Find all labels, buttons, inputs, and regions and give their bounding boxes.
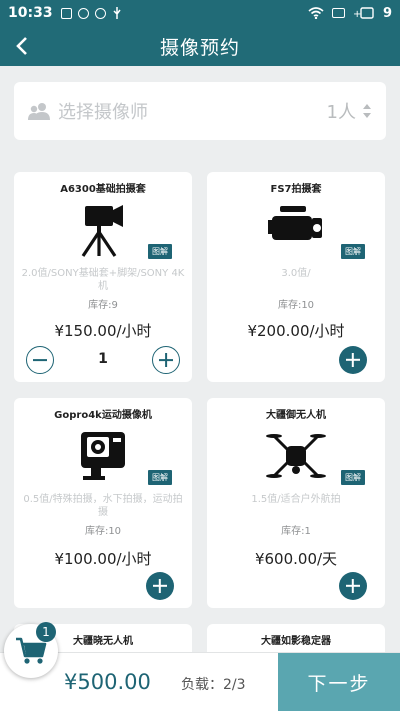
- add-button[interactable]: [146, 572, 174, 600]
- checkout-bar: ¥500.00 负载：2/3 下一步: [0, 652, 400, 711]
- add-button[interactable]: [339, 572, 367, 600]
- battery-icon: +: [353, 7, 374, 19]
- product-name: FS7拍摄套: [270, 184, 322, 195]
- product-name: A6300基础拍摄套: [60, 184, 146, 195]
- product-price: ¥600.00/天: [254, 550, 338, 568]
- product-card[interactable]: 大疆御无人机 图解 1.5值/适合户外航拍 库存:1 ¥600.00/天: [207, 398, 385, 608]
- drone-icon: [266, 434, 326, 478]
- product-stock: 库存:10: [277, 300, 315, 311]
- product-name: Gopro4k运动摄像机: [54, 410, 152, 421]
- sort-updown-icon: [363, 104, 371, 118]
- product-card[interactable]: A6300基础拍摄套 图解 2.0值/SONY基础套+脚架/SONY 4K机 库…: [14, 172, 192, 382]
- svg-text:+: +: [353, 9, 361, 19]
- screen-icon: [331, 8, 345, 18]
- sync-notification-icon: [94, 7, 106, 19]
- next-step-button[interactable]: 下一步: [278, 653, 400, 711]
- cart-count-badge: 1: [36, 622, 56, 642]
- status-time: 10:33: [8, 5, 53, 21]
- increase-button[interactable]: [152, 346, 180, 374]
- status-bar: 10:33 + 9: [0, 0, 400, 26]
- usb-icon: [113, 7, 121, 19]
- diagram-tag[interactable]: 图解: [341, 244, 365, 259]
- nav-bar: 摄像预约: [0, 26, 400, 66]
- total-price: ¥500.00: [64, 670, 151, 694]
- quantity-value: 1: [98, 351, 108, 367]
- product-price: ¥200.00/小时: [247, 322, 345, 340]
- product-stock: 库存:10: [84, 526, 122, 537]
- diagram-tag[interactable]: 图解: [341, 470, 365, 485]
- status-right: + 9: [308, 6, 392, 21]
- message-notification-icon: [77, 7, 89, 19]
- photographer-count: 1人: [326, 102, 356, 123]
- product-description: 2.0值/SONY基础套+脚架/SONY 4K机: [21, 268, 185, 292]
- video-camera-icon: [268, 206, 322, 240]
- product-name: 大疆如影稳定器: [261, 636, 331, 647]
- people-icon: [28, 103, 50, 120]
- chevron-left-icon: [16, 37, 27, 55]
- product-description: 0.5值/特殊拍摄，水下拍摄，运动拍摄: [23, 494, 183, 518]
- wifi-icon: [308, 7, 324, 19]
- status-icons: [60, 7, 122, 19]
- add-button[interactable]: [339, 346, 367, 374]
- diagram-tag[interactable]: 图解: [148, 470, 172, 485]
- action-camera-icon: [81, 432, 125, 480]
- product-stock: 库存:9: [88, 300, 118, 311]
- product-price: ¥150.00/小时: [54, 322, 152, 340]
- product-card[interactable]: Gopro4k运动摄像机 图解 0.5值/特殊拍摄，水下拍摄，运动拍摄 库存:1…: [14, 398, 192, 608]
- product-stock: 库存:1: [281, 526, 311, 537]
- product-price: ¥100.00/小时: [54, 550, 152, 568]
- photographer-select[interactable]: 选择摄像师 1人: [14, 82, 386, 140]
- battery-level: 9: [382, 5, 392, 21]
- diagram-tag[interactable]: 图解: [148, 244, 172, 259]
- page-title: 摄像预约: [159, 36, 240, 59]
- product-description: 3.0值/: [281, 268, 311, 279]
- load-indicator: 负载：2/3: [181, 677, 246, 693]
- photographer-placeholder: 选择摄像师: [58, 102, 148, 123]
- product-description: 1.5值/适合户外航拍: [251, 494, 341, 505]
- product-card[interactable]: FS7拍摄套 图解 3.0值/ 库存:10 ¥200.00/小时: [207, 172, 385, 382]
- product-name: 大疆御无人机: [266, 410, 326, 421]
- camera-tripod-icon: [81, 205, 123, 257]
- image-notification-icon: [60, 7, 72, 19]
- decrease-button[interactable]: [26, 346, 54, 374]
- quantity-stepper: 1: [26, 346, 180, 376]
- back-button[interactable]: [10, 32, 34, 60]
